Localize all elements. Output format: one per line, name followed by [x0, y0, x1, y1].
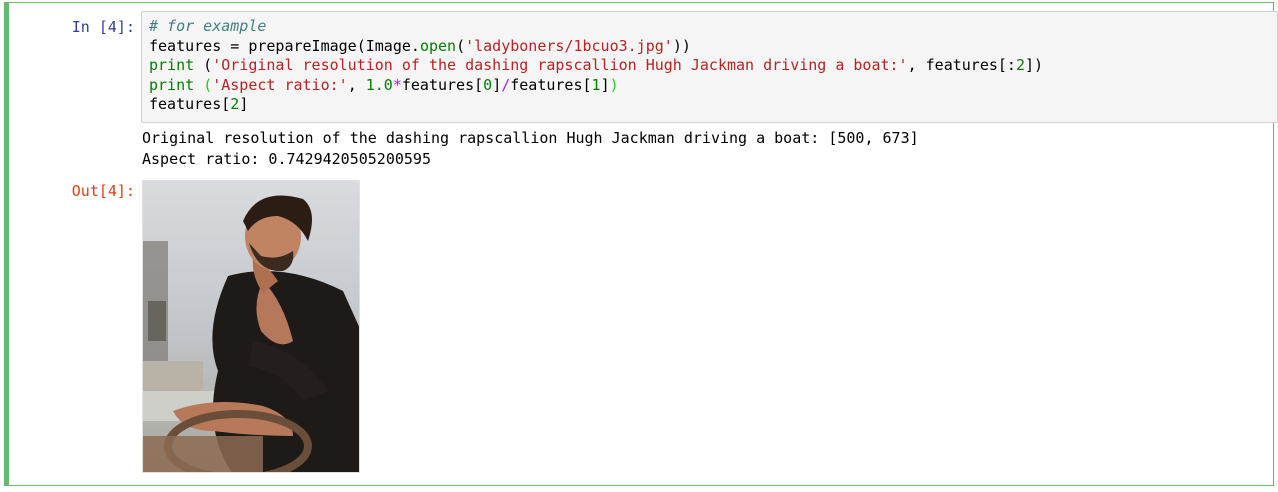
code-token: )): [672, 36, 691, 55]
input-prompt: In [4]:: [71, 18, 135, 36]
code-token: 2: [1015, 56, 1025, 74]
code-token: ]: [492, 75, 502, 94]
stdout-line: Original resolution of the dashing rapsc…: [142, 129, 919, 147]
code-token: ): [609, 75, 619, 94]
code-token: 'Original resolution of the dashing raps…: [212, 56, 908, 74]
code-token: features[: [510, 75, 592, 94]
code-token: 1: [591, 75, 601, 94]
code-token: features = prepareImage(Image.: [149, 36, 420, 55]
code-token: 1.0: [365, 75, 393, 94]
code-token: ]): [1025, 56, 1044, 74]
code-block[interactable]: # for example features = prepareImage(Ima…: [149, 17, 1043, 115]
code-token: (: [203, 75, 213, 94]
code-token: print: [149, 75, 195, 94]
code-token: ]: [239, 95, 249, 113]
code-token: *: [392, 75, 402, 94]
code-token: 'Aspect ratio:': [212, 75, 348, 94]
code-token: /: [501, 75, 511, 94]
stdout-output: Original resolution of the dashing rapsc…: [142, 128, 919, 170]
output-image: [142, 180, 360, 473]
output-prompt: Out[4]:: [71, 182, 135, 200]
code-line: # for example: [149, 17, 1043, 37]
code-token: print: [149, 56, 195, 74]
code-line: print ('Original resolution of the dashi…: [149, 56, 1043, 76]
code-token: ]: [600, 75, 610, 94]
code-token: 'ladyboners/1bcuo3.jpg': [465, 36, 673, 55]
code-token: features[: [401, 75, 484, 94]
code-token: (: [456, 36, 466, 55]
code-line: features = prepareImage(Image.open('lady…: [149, 37, 1043, 57]
code-token: ,: [347, 75, 366, 94]
code-line: print ('Aspect ratio:', 1.0*features[0]/…: [149, 76, 1043, 96]
code-token: # for example: [149, 17, 267, 35]
code-token: , features[:: [907, 56, 1016, 74]
stdout-line: Aspect ratio: 0.7429420505200595: [142, 150, 431, 168]
code-token: (: [194, 56, 213, 74]
code-token: features[: [149, 95, 231, 113]
notebook-code-cell[interactable]: In [4]: # for example features = prepareI…: [4, 2, 1278, 486]
code-editor[interactable]: # for example features = prepareImage(Ima…: [141, 11, 1278, 123]
photo-placeholder: [143, 181, 359, 472]
code-token: open: [419, 36, 457, 55]
code-line: features[2]: [149, 95, 1043, 115]
code-token: 0: [483, 75, 493, 94]
code-token: 2: [230, 95, 240, 113]
